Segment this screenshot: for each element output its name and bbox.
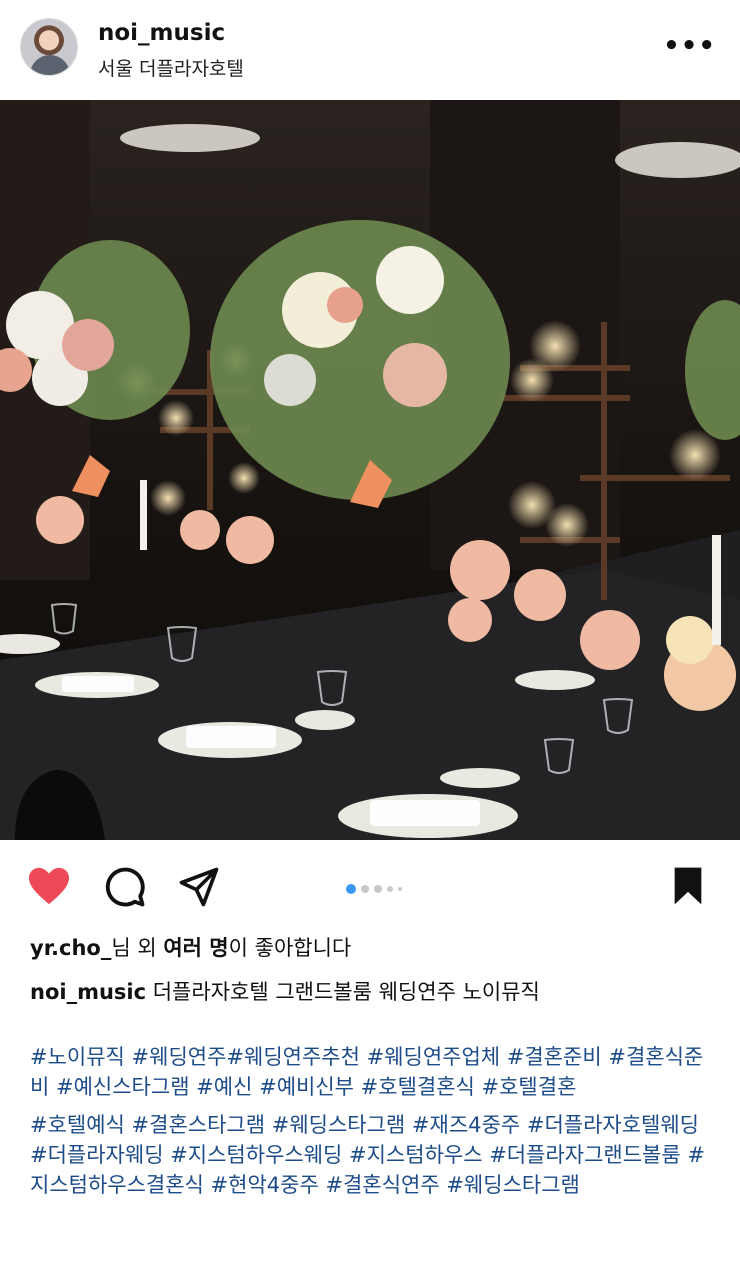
avatar[interactable] xyxy=(20,18,78,76)
post-location[interactable]: 서울 더플라자호텔 xyxy=(98,54,244,81)
carousel-dot xyxy=(374,884,382,893)
likes-suffix: 이 좋아합니다 xyxy=(228,936,352,960)
heart-icon[interactable] xyxy=(26,866,72,910)
caption-text: 더플라자호텔 그랜드볼룸 웨딩연주 노이뮤직 xyxy=(146,980,540,1004)
post-photo[interactable] xyxy=(0,100,740,840)
hashtags-paragraph-2[interactable]: #호텔예식 #결혼스타그램 #웨딩스타그램 #재즈4중주 #더플라자호텔웨딩 #… xyxy=(30,1110,720,1200)
post-action-bar xyxy=(0,850,740,920)
carousel-dot xyxy=(387,885,393,892)
more-options-icon[interactable]: ••• xyxy=(663,33,716,59)
carousel-indicator xyxy=(346,878,407,897)
post-header: noi_music 서울 더플라자호텔 ••• xyxy=(0,0,740,100)
post-caption: noi_music 더플라자호텔 그랜드볼룸 웨딩연주 노이뮤직 xyxy=(30,976,720,1006)
comment-icon[interactable] xyxy=(104,866,146,912)
likes-summary[interactable]: yr.cho_님 외 여러 명이 좋아합니다 xyxy=(30,932,351,962)
hashtag-block: #노이뮤직 #웨딩연주#웨딩연주추천 #웨딩연주업체 #결혼준비 #결혼식준비 … xyxy=(30,1042,720,1208)
likes-others[interactable]: 여러 명 xyxy=(163,936,228,960)
caption-username[interactable]: noi_music xyxy=(30,980,146,1004)
hashtags-paragraph-1[interactable]: #노이뮤직 #웨딩연주#웨딩연주추천 #웨딩연주업체 #결혼준비 #결혼식준비 … xyxy=(30,1042,720,1102)
carousel-dot xyxy=(346,883,356,894)
bookmark-icon[interactable] xyxy=(670,866,706,910)
likes-mid-text: 님 외 xyxy=(111,936,164,960)
carousel-dot xyxy=(361,884,369,893)
post-username[interactable]: noi_music xyxy=(98,20,225,46)
wedding-table-image xyxy=(0,100,740,840)
liker-username[interactable]: yr.cho_ xyxy=(30,936,111,960)
carousel-dot xyxy=(398,886,402,891)
share-icon[interactable] xyxy=(178,866,220,912)
